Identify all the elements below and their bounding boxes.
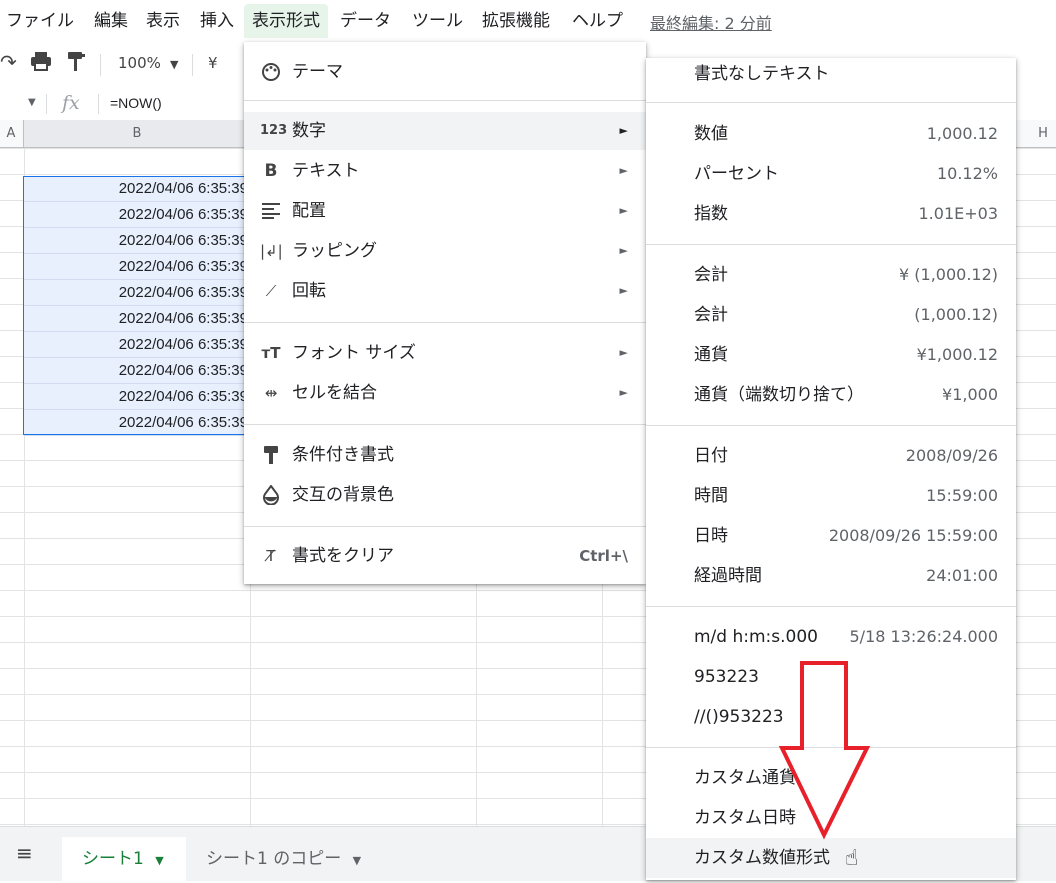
menu-item-merge-cells[interactable]: ⇹ セルを結合 ► — [244, 374, 646, 412]
paint-format-icon[interactable] — [66, 51, 86, 77]
submenu-arrow-icon: ► — [619, 244, 628, 257]
all-sheets-icon[interactable]: ≡ — [16, 841, 33, 865]
submenu-item-scientific[interactable]: 指数 1.01E+03 — [646, 194, 1016, 234]
paint-roller-icon — [260, 436, 282, 479]
menu-tools[interactable]: ツール — [412, 10, 463, 32]
wrap-icon: |↲| — [260, 242, 283, 260]
menu-item-wrapping[interactable]: |↲| ラッピング ► — [244, 232, 646, 270]
submenu-arrow-icon: ► — [619, 124, 628, 137]
submenu-item-duration[interactable]: 経過時間 24:01:00 — [646, 556, 1016, 596]
submenu-item-accounting-yen[interactable]: 会計 ¥ (1,000.12) — [646, 255, 1016, 295]
tab-sheet1-copy[interactable]: シート1 のコピー ▼ — [186, 837, 386, 881]
menu-format[interactable]: 表示形式 — [244, 4, 328, 38]
number-123-icon: 123 — [260, 123, 288, 138]
submenu-item-custom-recent-1[interactable]: m/d h:m:s.000 5/18 13:26:24.000 — [646, 617, 1016, 657]
submenu-arrow-icon: ► — [619, 164, 628, 177]
menu-item-clear-format[interactable]: T̸ 書式をクリア Ctrl+\ — [244, 537, 646, 575]
fx-icon: fx — [62, 92, 80, 114]
submenu-item-custom-number-format[interactable]: カスタム数値形式 — [646, 838, 1016, 878]
print-icon[interactable] — [30, 51, 52, 75]
menu-bar: ファイル 編集 表示 挿入 表示形式 データ ツール 拡張機能 ヘルプ 最終編集… — [0, 0, 1056, 42]
menu-insert[interactable]: 挿入 — [200, 10, 234, 32]
column-header-h[interactable]: H — [1030, 120, 1056, 148]
menu-item-alternating-colors[interactable]: 交互の背景色 — [244, 476, 646, 514]
redo-icon[interactable]: ↷ — [0, 50, 17, 74]
sheet-dropdown-icon[interactable]: ▼ — [155, 854, 163, 867]
submenu-item-datetime[interactable]: 日時 2008/09/26 15:59:00 — [646, 516, 1016, 556]
hand-cursor-icon: ☝ — [845, 846, 859, 871]
font-size-icon: ᴛT — [261, 344, 281, 362]
drop-icon — [260, 476, 282, 519]
column-header-a[interactable]: A — [0, 120, 24, 148]
menu-item-font-size[interactable]: ᴛT フォント サイズ ► — [244, 334, 646, 372]
menu-data[interactable]: データ — [340, 10, 391, 32]
name-box-dropdown-icon[interactable]: ▼ — [28, 97, 36, 108]
menu-item-alignment[interactable]: 配置 ► — [244, 192, 646, 230]
submenu-arrow-icon: ► — [619, 386, 628, 399]
menu-edit[interactable]: 編集 — [94, 10, 128, 32]
zoom-dropdown-icon[interactable]: ▼ — [170, 58, 178, 71]
submenu-item-accounting[interactable]: 会計 (1,000.12) — [646, 295, 1016, 335]
align-icon — [260, 192, 282, 233]
currency-format-button[interactable]: ¥ — [208, 54, 218, 72]
submenu-item-percent[interactable]: パーセント 10.12% — [646, 154, 1016, 194]
menu-item-conditional-format[interactable]: 条件付き書式 — [244, 436, 646, 474]
sheet-tab-label: シート1 のコピー — [206, 849, 342, 869]
menu-item-text[interactable]: B テキスト ► — [244, 152, 646, 190]
formula-input[interactable]: =NOW() — [110, 95, 162, 111]
zoom-select[interactable]: 100% — [118, 54, 161, 72]
submenu-arrow-icon: ► — [619, 204, 628, 217]
submenu-item-plain-text[interactable]: 書式なしテキスト — [646, 58, 1016, 94]
submenu-item-time[interactable]: 時間 15:59:00 — [646, 476, 1016, 516]
submenu-item-currency-rounded[interactable]: 通貨（端数切り捨て） ¥1,000 — [646, 375, 1016, 415]
menu-item-theme[interactable]: テーマ — [244, 53, 646, 91]
menu-view[interactable]: 表示 — [146, 10, 180, 32]
bold-icon: B — [264, 161, 278, 181]
last-edit-link[interactable]: 最終編集: 2 分前 — [650, 10, 772, 34]
submenu-item-currency[interactable]: 通貨 ¥1,000.12 — [646, 335, 1016, 375]
menu-item-rotation[interactable]: ⟋ 回転 ► — [244, 272, 646, 310]
clear-format-icon: T̸ — [266, 547, 276, 565]
menu-file[interactable]: ファイル — [6, 10, 74, 32]
tab-sheet1[interactable]: シート1 ▼ — [62, 837, 186, 881]
menu-item-number[interactable]: 123 数字 ► — [244, 112, 646, 150]
menu-help[interactable]: ヘルプ — [572, 10, 623, 32]
column-header-b[interactable]: B — [24, 120, 251, 148]
submenu-item-date[interactable]: 日付 2008/09/26 — [646, 436, 1016, 476]
menu-extensions[interactable]: 拡張機能 — [482, 10, 550, 32]
merge-icon: ⇹ — [264, 384, 278, 402]
sheet-tab-label: シート1 — [82, 849, 144, 869]
palette-icon — [260, 53, 282, 96]
rotate-icon: ⟋ — [265, 282, 277, 300]
selection-range — [23, 176, 250, 435]
sheet-dropdown-icon[interactable]: ▼ — [353, 854, 361, 867]
shortcut-label: Ctrl+\ — [579, 547, 628, 565]
red-arrow-annotation — [778, 661, 871, 840]
submenu-arrow-icon: ► — [619, 284, 628, 297]
format-menu: テーマ 123 数字 ► B テキスト ► 配置 ► |↲| ラッピング ► ⟋… — [244, 42, 646, 584]
submenu-item-number[interactable]: 数値 1,000.12 — [646, 114, 1016, 154]
submenu-arrow-icon: ► — [619, 346, 628, 359]
